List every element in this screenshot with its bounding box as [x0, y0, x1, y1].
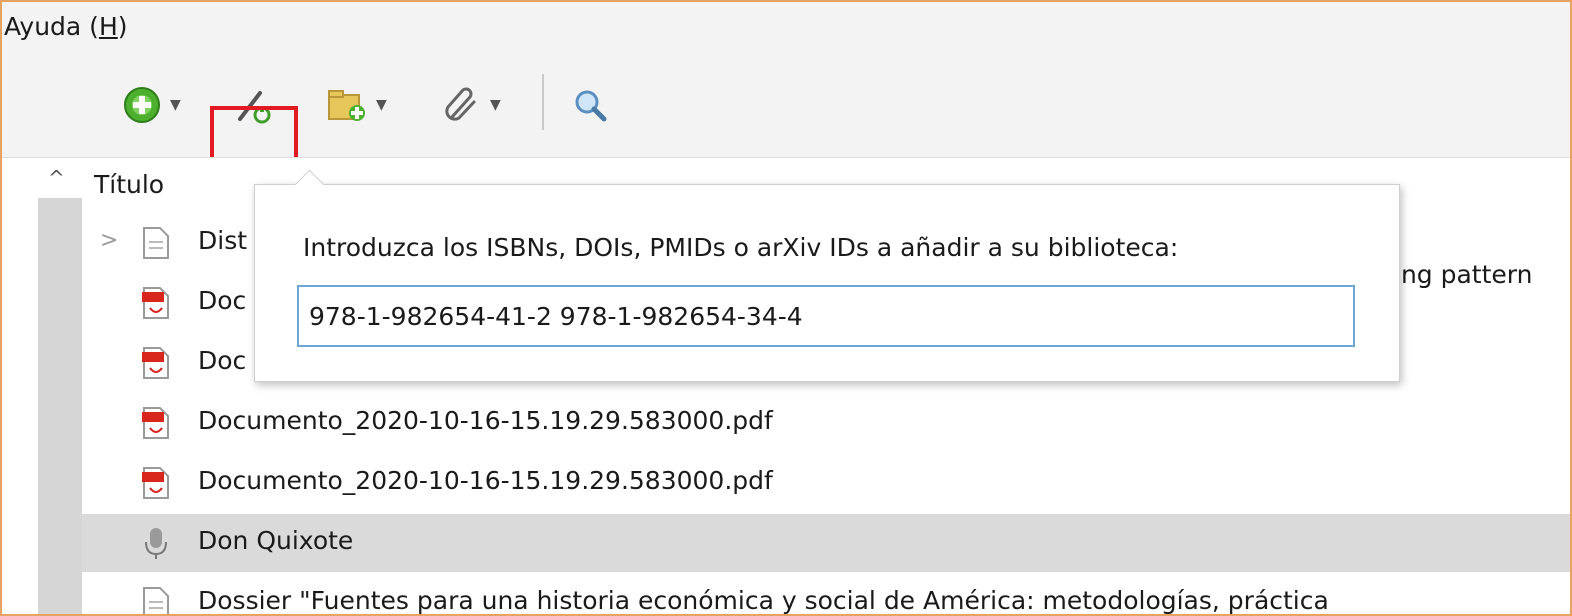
list-item-title-overflow: ing pattern [1394, 260, 1533, 289]
toolbar: ▼ ▼ ▼ [2, 62, 1570, 204]
add-item-button[interactable]: ▼ [122, 80, 181, 130]
list-item-title: Dist [198, 226, 248, 255]
list-item-title: Documento_2020-10-16-15.19.29.583000.pdf [198, 406, 773, 435]
chevron-down-icon[interactable]: ▼ [490, 97, 501, 113]
list-item-title: Dossier "Fuentes para una historia econó… [198, 586, 1329, 615]
expand-chevron-icon[interactable]: > [100, 228, 118, 253]
add-circle-icon [124, 87, 160, 123]
sort-ascending-icon[interactable]: ^ [48, 166, 65, 190]
new-collection-button[interactable]: ▼ [326, 80, 387, 130]
paperclip-icon [445, 87, 476, 121]
identifier-input[interactable] [297, 285, 1355, 347]
list-item-title: Doc [198, 286, 247, 315]
column-header-title[interactable]: Título [94, 170, 164, 199]
add-by-identifier-popup: Introduzca los ISBNs, DOIs, PMIDs o arXi… [254, 169, 1400, 382]
chevron-down-icon[interactable]: ▼ [170, 97, 181, 113]
popup-prompt: Introduzca los ISBNs, DOIs, PMIDs o arXi… [303, 233, 1179, 262]
list-item[interactable]: Documento_2020-10-16-15.19.29.583000.pdf [82, 454, 1570, 512]
document-icon [143, 227, 169, 259]
app-window: Ayuda (H) ▼ ▼ ▼ ^ Título > Dist Doc Doc … [0, 0, 1572, 616]
pdf-icon [142, 407, 169, 439]
pdf-icon [142, 467, 169, 499]
toolbar-separator [542, 74, 544, 130]
list-item-selected[interactable]: Don Quixote [82, 514, 1570, 572]
audio-icon [145, 528, 167, 559]
chevron-down-icon[interactable]: ▼ [376, 97, 387, 113]
add-attachment-button[interactable]: ▼ [442, 80, 501, 130]
new-collection-icon [328, 90, 365, 121]
list-item[interactable]: Dossier "Fuentes para una historia econó… [82, 574, 1570, 615]
list-item-title: Doc [198, 346, 247, 375]
search-icon [575, 90, 607, 122]
list-gutter [38, 198, 82, 614]
pdf-icon [142, 347, 169, 379]
menu-help[interactable]: Ayuda (H) [4, 12, 128, 41]
list-item-title: Don Quixote [198, 526, 354, 555]
menu-bar: Ayuda (H) [4, 12, 128, 41]
list-item[interactable]: Documento_2020-10-16-15.19.29.583000.pdf [82, 394, 1570, 452]
pdf-icon [142, 287, 169, 319]
document-icon [143, 587, 169, 614]
search-button[interactable] [570, 80, 610, 130]
list-item-title: Documento_2020-10-16-15.19.29.583000.pdf [198, 466, 773, 495]
